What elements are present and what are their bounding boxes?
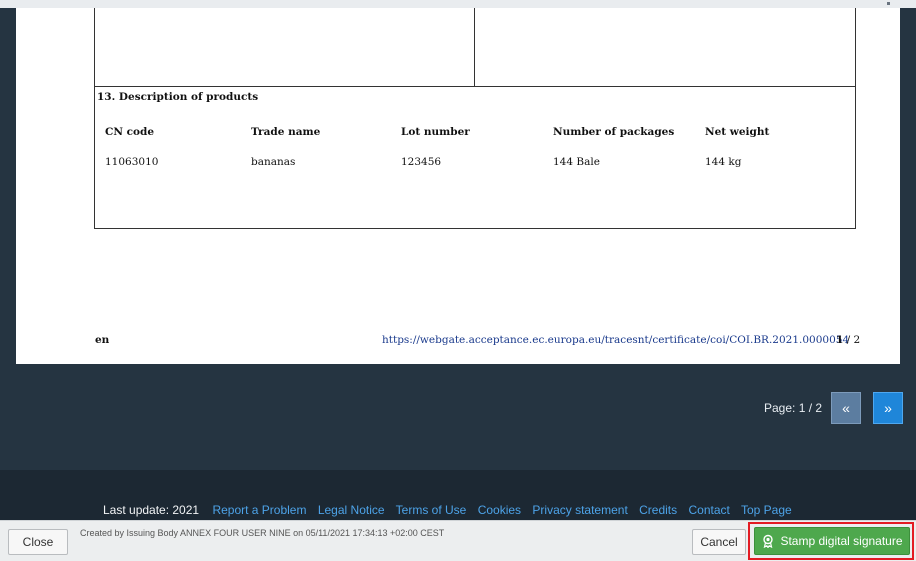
certificate-page: 13. Description of products CN code Trad… bbox=[16, 8, 900, 364]
link-top-page[interactable]: Top Page bbox=[741, 503, 792, 517]
column-header-lot-number: Lot number bbox=[401, 126, 470, 138]
pager-label: Page: 1 / 2 bbox=[764, 401, 823, 415]
page-number-current: 1 bbox=[836, 334, 844, 346]
cell-net-weight: 144 kg bbox=[705, 156, 742, 168]
next-page-button[interactable]: » bbox=[873, 392, 903, 424]
cell-trade-name: bananas bbox=[251, 156, 296, 168]
page-number: 1 / 2 bbox=[836, 334, 860, 346]
stamp-button-label: Stamp digital signature bbox=[780, 534, 903, 548]
column-header-number-of-packages: Number of packages bbox=[553, 126, 675, 138]
cell-cn-code: 11063010 bbox=[105, 156, 159, 168]
cancel-button[interactable]: Cancel bbox=[692, 529, 746, 555]
certificate-url: https://webgate.acceptance.ec.europa.eu/… bbox=[382, 334, 850, 346]
seal-icon bbox=[761, 534, 775, 548]
action-bar: Close Created by Issuing Body ANNEX FOUR… bbox=[0, 520, 916, 561]
link-terms-of-use[interactable]: Terms of Use bbox=[396, 503, 467, 517]
created-by-info: Created by Issuing Body ANNEX FOUR USER … bbox=[80, 528, 445, 538]
cell-lot-number: 123456 bbox=[401, 156, 442, 168]
link-legal-notice[interactable]: Legal Notice bbox=[318, 503, 385, 517]
double-chevron-left-icon: « bbox=[842, 400, 850, 416]
section-title: 13. Description of products bbox=[97, 91, 259, 103]
double-chevron-right-icon: » bbox=[884, 400, 892, 416]
column-header-trade-name: Trade name bbox=[251, 126, 321, 138]
page-number-total: / 2 bbox=[846, 334, 861, 346]
minimize-icon[interactable] bbox=[887, 2, 890, 5]
link-credits[interactable]: Credits bbox=[639, 503, 677, 517]
close-button[interactable]: Close bbox=[8, 529, 68, 555]
previous-section-box bbox=[94, 8, 856, 87]
link-privacy-statement[interactable]: Privacy statement bbox=[532, 503, 627, 517]
previous-page-button[interactable]: « bbox=[831, 392, 861, 424]
document-viewer: 13. Description of products CN code Trad… bbox=[0, 0, 916, 470]
viewer-top-strip bbox=[0, 0, 916, 8]
column-header-cn-code: CN code bbox=[105, 126, 155, 138]
box-divider bbox=[474, 8, 475, 86]
last-update: Last update: 2021 bbox=[103, 503, 200, 517]
link-cookies[interactable]: Cookies bbox=[478, 503, 521, 517]
cell-number-of-packages: 144 Bale bbox=[553, 156, 600, 168]
column-header-net-weight: Net weight bbox=[705, 126, 770, 138]
page-language: en bbox=[95, 334, 110, 346]
link-report-a-problem[interactable]: Report a Problem bbox=[212, 503, 306, 517]
link-contact[interactable]: Contact bbox=[688, 503, 729, 517]
footer-links-bar: Last update: 2021 Report a Problem Legal… bbox=[0, 470, 916, 520]
stamp-digital-signature-button[interactable]: Stamp digital signature bbox=[754, 527, 910, 555]
products-section: 13. Description of products CN code Trad… bbox=[94, 86, 856, 229]
